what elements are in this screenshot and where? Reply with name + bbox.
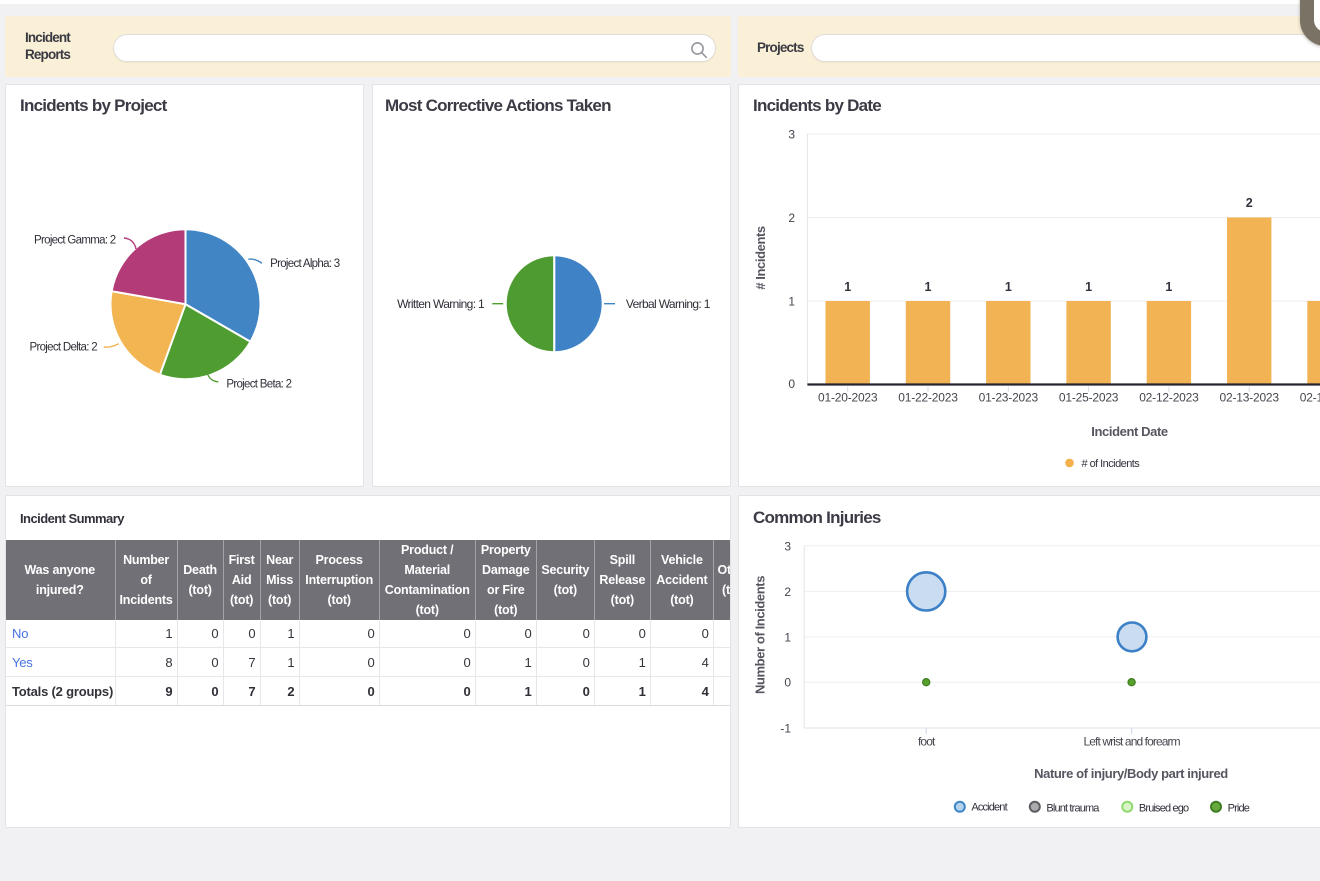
svg-text:# Incidents: # Incidents xyxy=(753,226,768,290)
svg-text:Nature of injury/Body part inj: Nature of injury/Body part injured xyxy=(1034,766,1228,781)
svg-text:1: 1 xyxy=(844,280,851,294)
svg-text:Blunt trauma: Blunt trauma xyxy=(1046,802,1100,814)
svg-text:1: 1 xyxy=(1165,280,1172,294)
svg-text:1: 1 xyxy=(788,295,795,309)
svg-text:Written Warning: 1: Written Warning: 1 xyxy=(397,297,485,311)
svg-text:2: 2 xyxy=(1246,196,1253,210)
svg-text:Bruised ego: Bruised ego xyxy=(1139,802,1189,814)
svg-text:1: 1 xyxy=(1005,280,1012,294)
svg-text:Number of Incidents: Number of Incidents xyxy=(753,576,768,694)
svg-text:01-25-2023: 01-25-2023 xyxy=(1059,391,1119,405)
svg-text:2: 2 xyxy=(788,211,795,225)
svg-text:Accident: Accident xyxy=(971,802,1007,814)
svg-text:foot: foot xyxy=(918,734,936,748)
svg-text:02-12-2023: 02-12-2023 xyxy=(1139,391,1199,405)
svg-text:01-20-2023: 01-20-2023 xyxy=(818,391,878,405)
svg-text:1: 1 xyxy=(925,280,932,294)
svg-text:Project Delta: 2: Project Delta: 2 xyxy=(29,342,97,354)
svg-text:Project Beta: 2: Project Beta: 2 xyxy=(226,378,291,390)
svg-text:3: 3 xyxy=(788,128,795,142)
svg-text:Left wrist and forearm: Left wrist and forearm xyxy=(1083,734,1180,748)
svg-text:2: 2 xyxy=(784,585,791,599)
svg-text:# of Incidents: # of Incidents xyxy=(1082,458,1141,470)
svg-text:Incident Date: Incident Date xyxy=(1091,424,1168,439)
svg-text:1: 1 xyxy=(784,630,791,644)
svg-text:-1: -1 xyxy=(780,722,791,736)
svg-text:01-22-2023: 01-22-2023 xyxy=(898,391,958,405)
svg-text:02-14-2023: 02-14-2023 xyxy=(1300,391,1320,405)
svg-text:Project Gamma: 2: Project Gamma: 2 xyxy=(34,235,116,247)
svg-text:Verbal Warning: 1: Verbal Warning: 1 xyxy=(626,297,711,311)
svg-text:1: 1 xyxy=(1085,280,1092,294)
svg-text:0: 0 xyxy=(788,377,795,391)
svg-text:Pride: Pride xyxy=(1228,802,1250,814)
svg-text:01-23-2023: 01-23-2023 xyxy=(979,391,1039,405)
svg-text:Project Alpha: 3: Project Alpha: 3 xyxy=(270,258,340,270)
svg-text:0: 0 xyxy=(784,676,791,690)
svg-text:02-13-2023: 02-13-2023 xyxy=(1220,391,1280,405)
svg-text:3: 3 xyxy=(784,539,791,553)
